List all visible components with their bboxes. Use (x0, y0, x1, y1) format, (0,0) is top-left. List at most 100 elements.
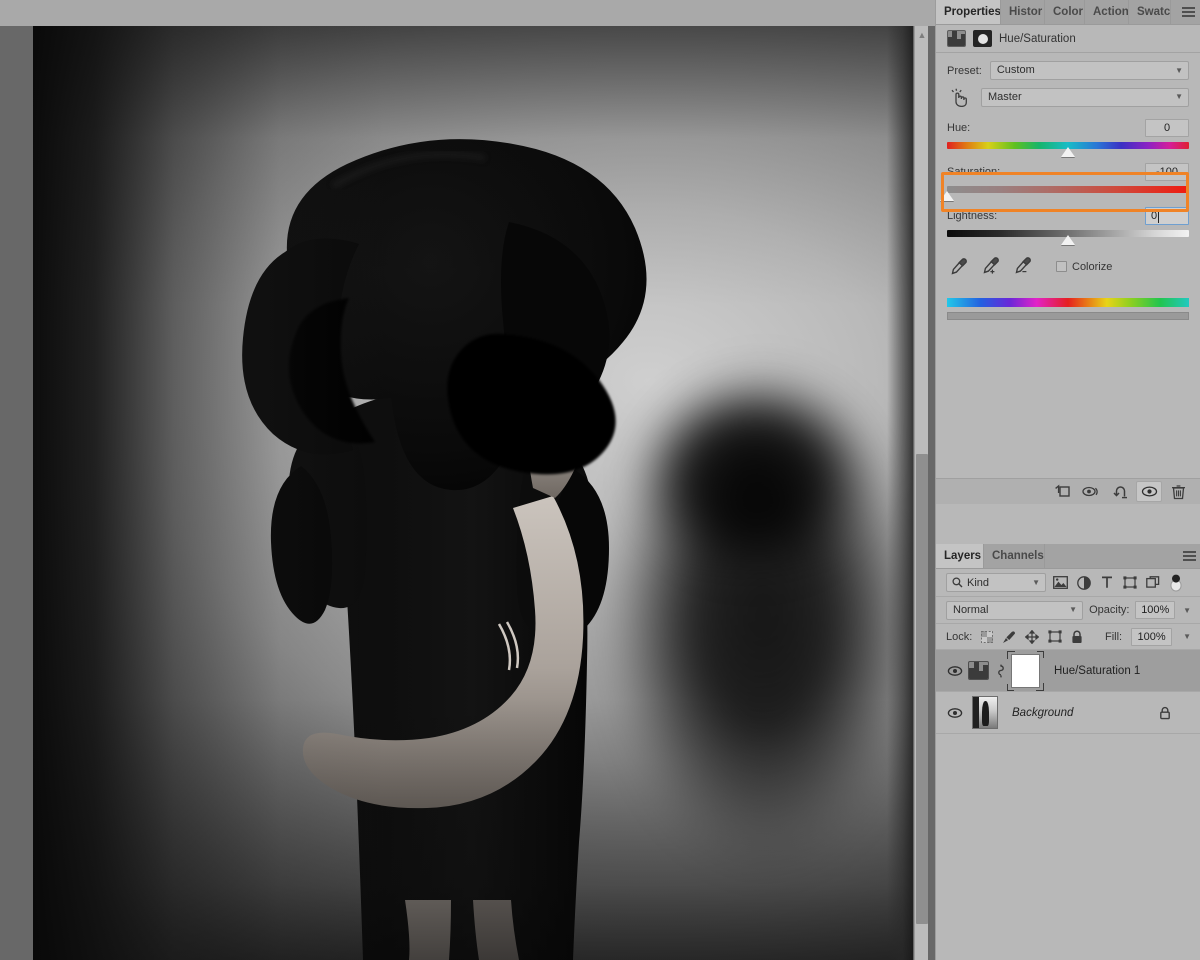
layers-tab-bar: Layers Channels (936, 544, 1200, 569)
canvas-vertical-scrollbar[interactable]: ▲ (914, 26, 928, 960)
lightness-label: Lightness: (947, 209, 998, 222)
lightness-value-input[interactable]: 0 (1145, 206, 1189, 225)
properties-body: Preset: Custom ▼ Master ▼ Hue: 0 Saturat… (936, 53, 1200, 320)
eyedropper-plus-icon[interactable] (982, 257, 1001, 276)
layer-name[interactable]: Hue/Saturation 1 (1054, 665, 1140, 677)
photo-right-edge-shade (887, 26, 913, 960)
tab-layers[interactable]: Layers (936, 544, 984, 568)
eye-icon[interactable] (1136, 481, 1162, 502)
hue-slider-group: Hue: 0 (947, 118, 1189, 157)
opacity-value-input[interactable]: 100% (1135, 601, 1176, 619)
layer-kind-filter[interactable]: Kind ▼ (946, 573, 1046, 592)
layer-visibility-toggle[interactable] (942, 665, 968, 677)
chevron-down-icon[interactable]: ▼ (1183, 632, 1191, 641)
preset-select[interactable]: Custom (989, 61, 1189, 80)
hue-saturation-adjustment-icon[interactable] (947, 30, 966, 47)
chevron-down-icon[interactable]: ▼ (1183, 606, 1191, 615)
colorize-checkbox[interactable] (1056, 261, 1067, 272)
layers-panel-menu-button[interactable] (1177, 544, 1200, 568)
hue-range-bar[interactable] (947, 312, 1189, 320)
saturation-label: Saturation: (947, 165, 1001, 178)
move-arrows-icon[interactable] (1025, 629, 1040, 644)
eyedropper-row: Colorize (947, 257, 1189, 276)
opacity-label: Opacity: (1089, 604, 1130, 616)
adjustment-title: Hue/Saturation (999, 32, 1076, 45)
image-icon[interactable] (1052, 574, 1069, 592)
saturation-slider-track[interactable] (940, 186, 1189, 201)
colorize-checkbox-row[interactable]: Colorize (1056, 261, 1112, 273)
layer-mask-icon[interactable] (973, 30, 992, 47)
adjustment-header: Hue/Saturation (936, 25, 1200, 53)
eye-arrow-icon[interactable] (1078, 481, 1104, 502)
channel-select[interactable]: Master (981, 87, 1189, 107)
channel-row: Master ▼ (947, 86, 1189, 108)
artboard-icon[interactable] (1048, 630, 1062, 643)
tab-channels-label: Channels (992, 550, 1044, 562)
preset-row: Preset: Custom ▼ (947, 61, 1189, 80)
properties-tab-bar: Properties Histor Color Action Swatcl (936, 0, 1200, 25)
chevron-down-icon: ▼ (1032, 578, 1040, 587)
lightness-slider-track[interactable] (947, 230, 1189, 245)
on-image-adjust-hand-icon[interactable] (947, 86, 973, 108)
trash-icon[interactable] (1165, 481, 1191, 502)
layer-name[interactable]: Background (1012, 707, 1073, 719)
hue-spectrum-strip (947, 298, 1189, 307)
canvas-image[interactable] (33, 26, 913, 960)
table-row[interactable]: Hue/Saturation 1 (936, 650, 1200, 692)
mask-selected-corners (1007, 650, 1044, 691)
document-top-strip (0, 0, 935, 26)
tab-properties[interactable]: Properties (936, 0, 1001, 24)
layers-empty-area[interactable] (936, 734, 1200, 960)
scroll-up-arrow-icon[interactable]: ▲ (916, 28, 928, 42)
hue-label: Hue: (947, 121, 971, 134)
table-row[interactable]: Background (936, 692, 1200, 734)
blend-mode-row: Normal ▼ Opacity: 100% ▼ (936, 597, 1200, 624)
fill-label: Fill: (1104, 630, 1123, 643)
text-T-icon[interactable] (1098, 574, 1115, 592)
background-layer-thumbnail[interactable] (972, 696, 998, 729)
saturation-slider-thumb[interactable] (940, 191, 954, 201)
adjustment-layer-thumbnail[interactable] (968, 661, 989, 680)
tab-swatches[interactable]: Swatcl (1129, 0, 1171, 24)
brush-icon[interactable] (1002, 630, 1016, 644)
layer-mask-link-icon[interactable] (995, 663, 1007, 679)
smart-object-icon[interactable] (1144, 574, 1161, 592)
half-circle-icon[interactable] (1075, 574, 1092, 592)
preset-select-wrap: Custom ▼ (989, 61, 1189, 80)
reset-arrow-icon[interactable] (1107, 481, 1133, 502)
tab-swatches-label: Swatcl (1137, 6, 1171, 18)
filter-power-toggle-icon[interactable] (1167, 574, 1184, 592)
tab-color-label: Color (1053, 6, 1084, 18)
document-area: ▲ (0, 0, 935, 960)
tab-channels[interactable]: Channels (984, 544, 1045, 568)
shape-bounds-icon[interactable] (1121, 574, 1138, 592)
layers-panel: Layers Channels Kind ▼ Normal ▼ Opacity:… (936, 544, 1200, 960)
blend-mode-select[interactable]: Normal (946, 600, 1084, 620)
hue-range-strips (947, 298, 1189, 320)
lock-icon[interactable] (1071, 630, 1083, 644)
layer-mask-thumbnail[interactable] (1007, 650, 1044, 691)
hamburger-menu-icon (1182, 549, 1196, 563)
layer-visibility-toggle[interactable] (942, 707, 968, 719)
right-dock: Properties Histor Color Action Swatcl Hu… (935, 0, 1200, 960)
tab-layers-label: Layers (944, 550, 982, 562)
saturation-value-input[interactable]: -100 (1145, 162, 1189, 181)
checkerboard-icon[interactable] (981, 630, 994, 643)
fill-value-input[interactable]: 100% (1131, 627, 1173, 646)
lightness-slider-thumb[interactable] (1061, 235, 1075, 245)
properties-panel-menu-button[interactable] (1176, 0, 1200, 24)
tab-history[interactable]: Histor (1001, 0, 1045, 24)
tab-color[interactable]: Color (1045, 0, 1085, 24)
hamburger-menu-icon (1181, 5, 1195, 19)
tab-actions[interactable]: Action (1085, 0, 1129, 24)
clip-to-layer-icon[interactable] (1049, 481, 1075, 502)
lock-icon (1160, 706, 1170, 719)
layer-locked-badge (1159, 706, 1171, 720)
hue-slider-track[interactable] (947, 142, 1189, 157)
eyedropper-minus-icon[interactable] (1014, 257, 1033, 276)
hue-value-input[interactable]: 0 (1145, 118, 1189, 137)
hue-slider-thumb[interactable] (1061, 147, 1075, 157)
canvas-scrollbar-thumb[interactable] (916, 454, 928, 924)
search-icon (952, 577, 963, 588)
eyedropper-icon[interactable] (950, 257, 969, 276)
